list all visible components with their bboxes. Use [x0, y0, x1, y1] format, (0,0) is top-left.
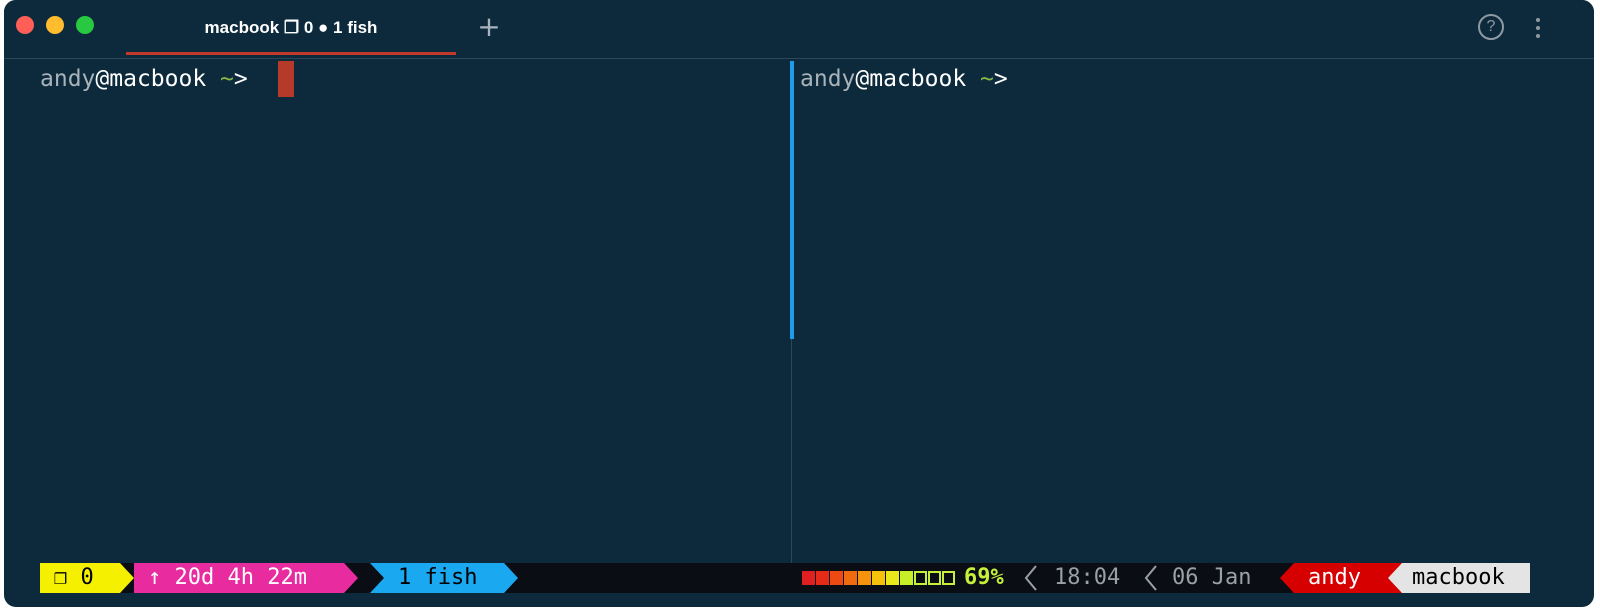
active-tab-indicator: [126, 52, 456, 55]
prompt-arrow: >: [993, 66, 1008, 92]
text-cursor: [278, 61, 294, 97]
host-label: macbook: [1412, 565, 1505, 590]
prompt-host: macbook: [869, 66, 967, 92]
session-segment[interactable]: ❐ 0: [40, 563, 120, 593]
tmux-status-bar: ❐ 0 ↑ 20d 4h 22m 1 fish 69% 18:04 06 Jan…: [40, 563, 1530, 593]
more-options-icon[interactable]: [1528, 14, 1548, 42]
shell-prompt: andy@macbook ~>: [40, 64, 248, 94]
chevron-left-icon: [1144, 565, 1157, 591]
user-label: andy: [1308, 565, 1361, 590]
title-bar: macbook ❐ 0 ● 1 fish + ?: [4, 0, 1594, 59]
shell-prompt: andy@macbook ~>: [800, 64, 1008, 94]
help-icon[interactable]: ?: [1478, 14, 1504, 40]
segment-separator: [120, 563, 134, 593]
tab-label: macbook ❐ 0 ● 1 fish: [204, 18, 378, 37]
segment-separator: [504, 563, 518, 593]
battery-percent: 69%: [964, 565, 1004, 590]
clock-date: 06 Jan: [1172, 565, 1252, 590]
prompt-arrow: >: [233, 66, 248, 92]
left-pane[interactable]: andy@macbook ~>: [4, 59, 788, 563]
user-segment: andy: [1294, 563, 1388, 593]
prompt-directory: ~: [206, 66, 234, 92]
prompt-user: andy: [800, 66, 856, 92]
host-segment: macbook: [1402, 563, 1530, 593]
battery-cell-empty: [942, 571, 955, 585]
segment-separator: [344, 563, 358, 593]
battery-cell: [886, 571, 899, 585]
battery-cell: [816, 571, 829, 585]
new-tab-button[interactable]: +: [474, 10, 504, 44]
segment-separator: [1280, 563, 1294, 593]
window-segment[interactable]: 1 fish: [384, 563, 504, 593]
prompt-host: macbook: [109, 66, 207, 92]
tab-macbook[interactable]: macbook ❐ 0 ● 1 fish: [126, 0, 456, 58]
window-label: 1 fish: [398, 565, 478, 590]
segment-separator: [1388, 563, 1402, 593]
battery-cell-empty: [928, 571, 941, 585]
battery-cell: [830, 571, 843, 585]
terminal-window: macbook ❐ 0 ● 1 fish + ? andy@macbook ~>…: [4, 0, 1594, 607]
chevron-left-icon: [1024, 565, 1037, 591]
minimize-window-button[interactable]: [46, 16, 64, 34]
battery-cell-empty: [914, 571, 927, 585]
battery-cell: [872, 571, 885, 585]
segment-separator: [370, 563, 384, 593]
uptime-segment: ↑ 20d 4h 22m: [134, 563, 344, 593]
battery-cell: [858, 571, 871, 585]
right-pane[interactable]: andy@macbook ~>: [792, 59, 1594, 563]
prompt-directory: ~: [966, 66, 994, 92]
battery-cell: [802, 571, 815, 585]
battery-cell: [900, 571, 913, 585]
session-label: ❐ 0: [54, 565, 94, 590]
prompt-user: andy: [40, 66, 96, 92]
zoom-window-button[interactable]: [76, 16, 94, 34]
clock-time: 18:04: [1054, 565, 1121, 590]
prompt-at: @: [95, 66, 110, 92]
prompt-at: @: [855, 66, 870, 92]
battery-cell: [844, 571, 857, 585]
uptime-label: ↑ 20d 4h 22m: [148, 565, 307, 590]
close-window-button[interactable]: [16, 16, 34, 34]
